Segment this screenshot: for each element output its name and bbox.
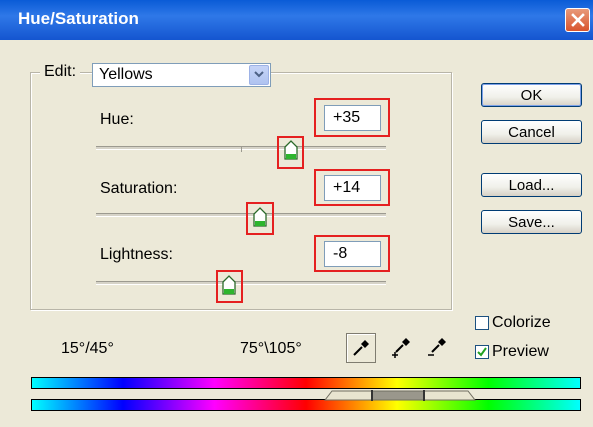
lightness-input[interactable]: -8 — [324, 241, 381, 267]
preview-checkbox-box[interactable] — [475, 345, 489, 359]
edit-dropdown-value: Yellows — [99, 66, 153, 83]
eyedropper-minus-icon — [428, 338, 446, 356]
saturation-slider-thumb[interactable] — [253, 207, 267, 227]
colorize-checkbox[interactable]: Colorize — [475, 314, 551, 332]
edit-label: Edit: — [44, 63, 77, 80]
hue-center-tick — [241, 146, 242, 152]
eyedropper-tool[interactable] — [346, 333, 376, 363]
saturation-label: Saturation: — [100, 180, 178, 197]
hue-input[interactable]: +35 — [324, 105, 381, 131]
checkmark-icon — [477, 347, 487, 357]
eyedropper-add-tool[interactable] — [386, 333, 416, 363]
range-slider[interactable] — [320, 389, 480, 401]
saturation-input[interactable]: +14 — [324, 175, 381, 201]
output-spectrum-bar — [31, 399, 581, 411]
eyedropper-plus-icon — [392, 338, 410, 358]
close-button[interactable] — [565, 8, 590, 32]
colorize-checkbox-box[interactable] — [475, 316, 489, 330]
ok-button[interactable]: OK — [481, 83, 582, 107]
input-spectrum-bar — [31, 377, 581, 389]
dropdown-arrow-button[interactable] — [249, 65, 269, 85]
cancel-button[interactable]: Cancel — [481, 120, 582, 144]
lightness-label: Lightness: — [100, 246, 173, 263]
chevron-down-icon — [254, 71, 264, 78]
colorize-label: Colorize — [492, 314, 551, 331]
lightness-slider-thumb[interactable] — [222, 275, 236, 295]
eyedropper-subtract-tool[interactable] — [422, 333, 452, 363]
hue-label: Hue: — [100, 111, 134, 128]
range-left-readout: 15°/45° — [61, 340, 114, 357]
save-button[interactable]: Save... — [481, 210, 582, 234]
title-bar: Hue/Saturation — [0, 0, 593, 40]
eyedropper-icon — [353, 340, 369, 356]
preview-label: Preview — [492, 343, 549, 360]
window-title: Hue/Saturation — [18, 9, 139, 28]
load-button[interactable]: Load... — [481, 173, 582, 197]
edit-dropdown[interactable]: Yellows — [92, 63, 271, 87]
hue-slider-thumb[interactable] — [284, 140, 298, 160]
edit-legend: Edit: — [40, 63, 81, 81]
saturation-slider-track[interactable] — [96, 213, 386, 217]
range-right-readout: 75°\105° — [240, 340, 302, 357]
close-icon — [570, 13, 585, 27]
preview-checkbox[interactable]: Preview — [475, 343, 549, 361]
